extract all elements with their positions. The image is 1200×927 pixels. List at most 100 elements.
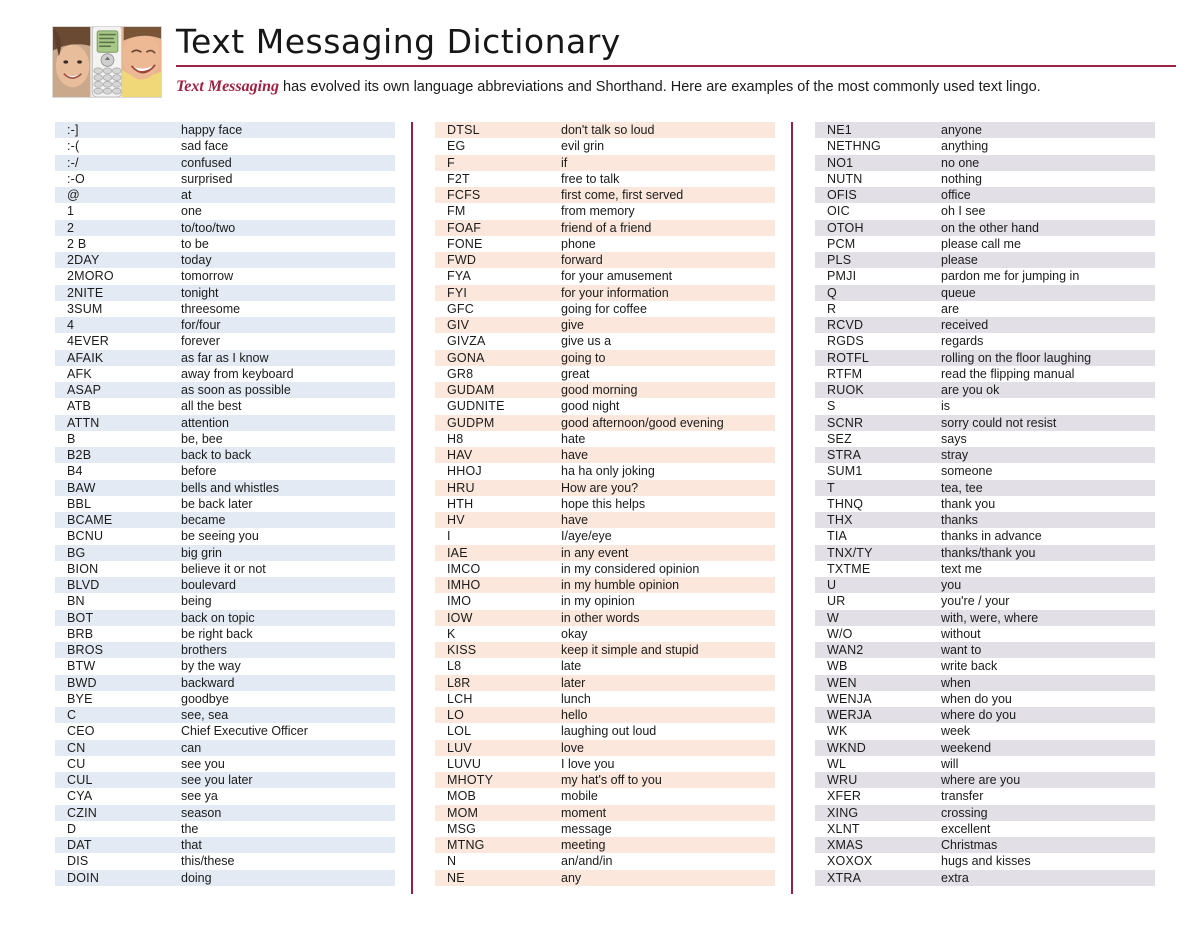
abbreviation-meaning: boulevard [181,578,236,592]
abbreviation-meaning: happy face [181,123,243,137]
abbreviation-meaning: any [561,870,582,885]
dictionary-row: ATB all the best [55,398,395,414]
abbreviation-term: BTW [67,659,96,674]
dictionary-row: BOT back on topic [55,609,395,626]
abbreviation-term: D [67,821,77,836]
dictionary-row: FOAF friend of a friend [435,219,775,236]
abbreviation-meaning: excellent [941,821,991,836]
page-header: Text Messaging Dictionary Text Messaging… [0,0,1200,110]
dictionary-row: XLNT excellent [815,821,1155,837]
dictionary-row: AFK away from keyboard [55,366,395,382]
abbreviation-term: B2B [67,448,92,462]
abbreviation-term: FWD [447,253,477,267]
abbreviation-term: WEN [827,675,857,690]
abbreviation-term: FYI [447,285,468,300]
abbreviation-meaning: nothing [941,171,983,186]
abbreviation-term: BCAME [67,513,113,527]
abbreviation-term: DTSL [447,123,480,137]
dictionary-row: BROS brothers [55,642,395,659]
abbreviation-term: ASAP [67,383,102,397]
subtitle-emphasis: Text Messaging [176,78,279,95]
abbreviation-term: XMAS [827,838,864,852]
abbreviation-term: I [447,529,451,544]
abbreviation-term: H8 [447,431,464,446]
dictionary-row: I I/aye/eye [435,528,775,544]
abbreviation-term: WAN2 [827,643,864,657]
dictionary-row: XOXOX hugs and kisses [815,853,1155,869]
dictionary-row: XTRA extra [815,869,1155,886]
abbreviation-term: DIS [67,854,89,869]
abbreviation-term: BRB [67,626,94,641]
abbreviation-meaning: give [561,318,584,332]
dictionary-column-2: DTSL don't talk so loud EG evil grin Fif F2T f… [435,122,775,902]
dictionary-row: BRB be right back [55,626,395,642]
abbreviation-meaning: you [941,578,962,592]
abbreviation-meaning: says [941,431,967,446]
abbreviation-term: THX [827,513,853,527]
abbreviation-meaning: season [181,805,222,820]
dictionary-row: 2DAY today [55,252,395,269]
abbreviation-meaning: my hat's off to you [561,773,662,787]
abbreviation-meaning: with, were, where [941,610,1039,625]
dictionary-row: XFER transfer [815,788,1155,804]
abbreviation-term: ATB [67,399,91,414]
dictionary-row: WAN2 want to [815,642,1155,659]
dictionary-row: RTFM read the flipping manual [815,366,1155,382]
dictionary-row: DAT that [55,837,395,854]
abbreviation-meaning: today [181,253,212,267]
abbreviation-meaning: no one [941,155,980,170]
abbreviation-meaning: friend of a friend [561,220,652,235]
dictionary-row: 2MORO tomorrow [55,268,395,284]
abbreviation-term: FOAF [447,220,482,235]
abbreviation-term: NE [447,870,465,885]
dictionary-row: BG big grin [55,544,395,561]
abbreviation-meaning: this/these [181,854,235,869]
dictionary-row: FCFS first come, first served [435,187,775,204]
abbreviation-meaning: keep it simple and stupid [561,643,699,657]
abbreviation-meaning: goodbye [181,691,229,706]
abbreviation-term: CYA [67,789,93,804]
abbreviation-meaning: in my considered opinion [561,561,700,576]
dictionary-row: B4 before [55,463,395,479]
abbreviation-term: F [447,155,455,170]
abbreviation-term: :-( [67,139,80,154]
dictionary-row: OFIS office [815,187,1155,204]
dictionary-row: HV have [435,512,775,529]
abbreviation-term: C [67,708,77,722]
abbreviation-meaning: oh I see [941,204,986,219]
abbreviation-term: EG [447,139,466,154]
abbreviation-term: RUOK [827,383,864,397]
abbreviation-term: LOL [447,724,472,739]
abbreviation-meaning: you're / your [941,594,1010,609]
title-underline-rule [176,65,1176,67]
abbreviation-term: LUVU [447,756,482,771]
abbreviation-meaning: away from keyboard [181,366,294,381]
abbreviation-meaning: good morning [561,383,638,397]
abbreviation-term: LUV [447,740,472,755]
abbreviation-meaning: hello [561,708,588,722]
abbreviation-meaning: tonight [181,285,219,300]
dictionary-row: WEN when [815,674,1155,691]
dictionary-row: DTSL don't talk so loud [435,122,775,139]
abbreviation-meaning: see ya [181,789,218,804]
abbreviation-meaning: as far as I know [181,350,269,365]
abbreviation-meaning: all the best [181,399,242,414]
abbreviation-meaning: surprised [181,171,233,186]
abbreviation-meaning: back on topic [181,610,255,625]
abbreviation-term: WENJA [827,691,872,706]
abbreviation-meaning: tomorrow [181,269,234,284]
abbreviation-meaning: an/and/in [561,854,613,869]
abbreviation-term: LCH [447,691,473,706]
dictionary-row: GUDNITE good night [435,398,775,414]
dictionary-row: IAE in any event [435,544,775,561]
dictionary-row: :-/ confused [55,154,395,171]
dictionary-column-1: :-] happy face:-(sad face:-/ confused:-O su… [55,122,395,902]
dictionary-row: L8 late [435,658,775,674]
abbreviation-meaning: text me [941,561,982,576]
abbreviation-meaning: on the other hand [941,220,1039,235]
abbreviation-term: WL [827,756,847,771]
abbreviation-meaning: thanks/thank you [941,545,1036,560]
dictionary-row: BTW by the way [55,658,395,674]
dictionary-row: WERJA where do you [815,707,1155,724]
abbreviation-meaning: became [181,513,226,527]
